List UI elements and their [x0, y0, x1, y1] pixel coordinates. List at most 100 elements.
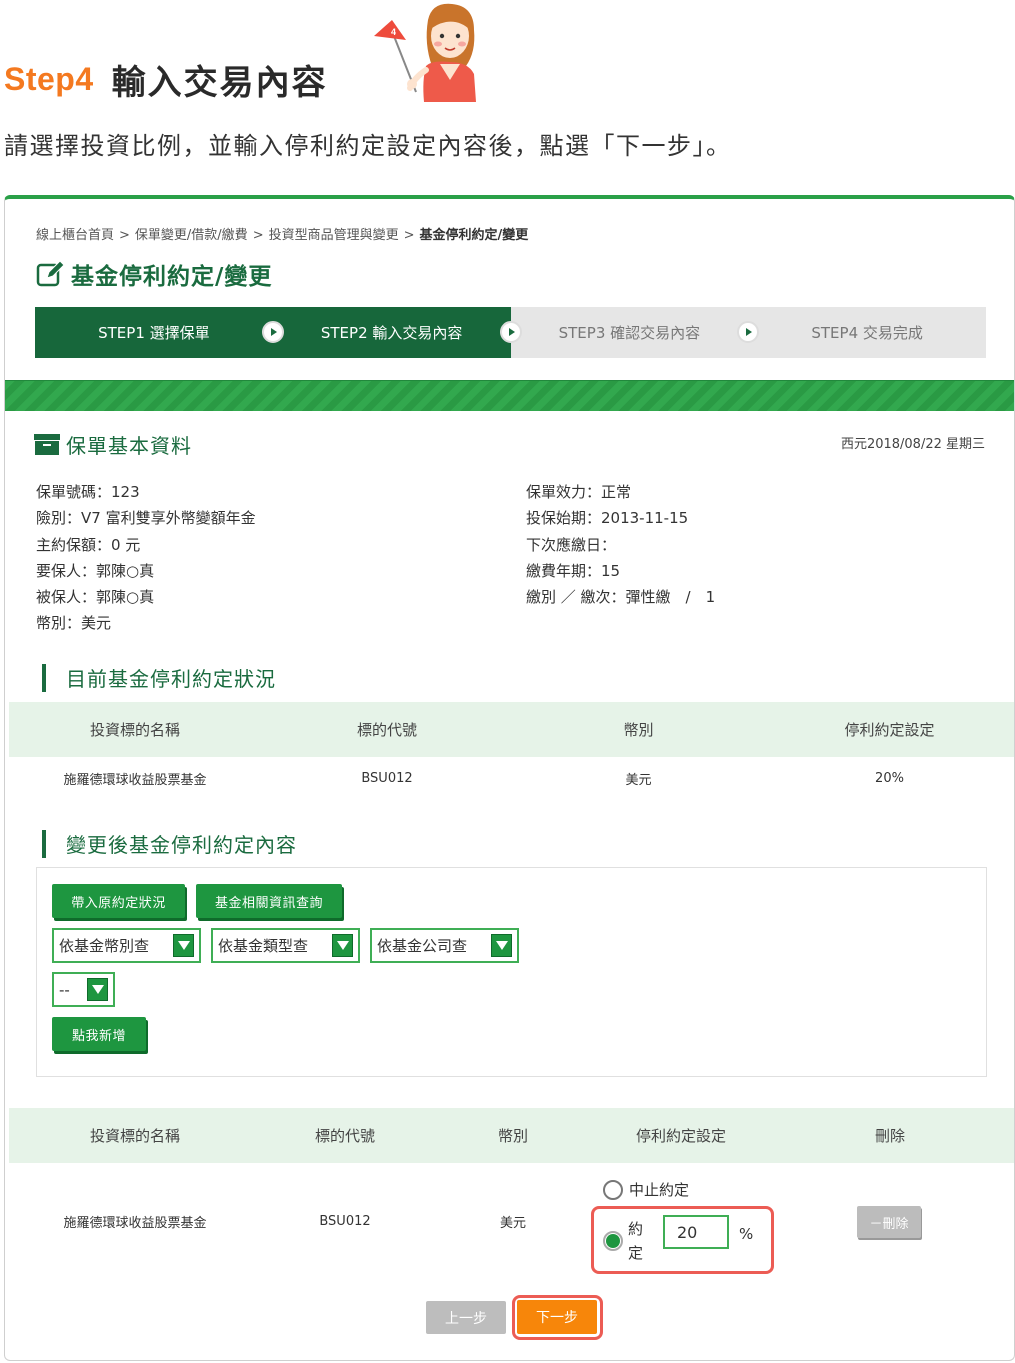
- edit-icon: [36, 260, 65, 287]
- next-step-button[interactable]: 下一步: [517, 1300, 597, 1334]
- step-1: STEP1 選擇保單: [35, 307, 284, 358]
- fund-currency: 美元: [625, 773, 652, 788]
- basic-info-title: 保單基本資料: [66, 434, 192, 458]
- tutorial-description: 請選擇投資比例，並輸入停利約定設定內容後，點選「下一步」。: [4, 132, 732, 160]
- fund-type-select[interactable]: 依基金類型查: [211, 928, 360, 963]
- tutorial-step-label: Step4: [4, 60, 94, 97]
- col-fund-name: 投資標的名稱: [89, 721, 180, 739]
- col-fund-name: 投資標的名稱: [89, 1127, 180, 1145]
- fund-select[interactable]: --: [52, 972, 115, 1007]
- current-status-heading: 目前基金停利約定狀況: [42, 663, 276, 692]
- dropdown-arrow-icon: [491, 934, 512, 957]
- prev-step-button[interactable]: 上一步: [426, 1301, 506, 1334]
- payment-mode: 繳別 ／ 繳次：彈性繳 / 1: [526, 588, 716, 607]
- current-status-table: 投資標的名稱 標的代號 幣別 停利約定設定 施羅德環球收益股票基金 BSU012…: [9, 702, 1014, 800]
- step-2: STEP2 輸入交易內容: [272, 307, 522, 358]
- insurance-type: 險別：V7 富利雙享外幣變額年金: [36, 509, 256, 528]
- currency-select[interactable]: 依基金幣別查: [52, 928, 201, 963]
- currency-select-value: 依基金幣別查: [59, 937, 150, 955]
- dropdown-arrow-icon: [87, 978, 108, 1001]
- change-title: 變更後基金停利約定內容: [66, 833, 297, 857]
- breadcrumb-home[interactable]: 線上櫃台首頁: [36, 228, 114, 243]
- col-fund-code: 標的代號: [314, 1127, 375, 1145]
- agreement-label-line2: 定: [628, 1244, 644, 1262]
- breadcrumb-current: 基金停利約定/變更: [419, 228, 529, 243]
- col-stop-profit: 停利約定設定: [844, 721, 935, 739]
- current-status-title: 目前基金停利約定狀況: [66, 667, 276, 691]
- stop-agreement-label: 中止約定: [629, 1181, 690, 1199]
- policy-number: 保單號碼：123: [36, 483, 140, 501]
- stop-agreement-radio[interactable]: [603, 1179, 623, 1200]
- fund-type-select-value: 依基金類型查: [218, 937, 309, 955]
- flag-number: 4: [391, 27, 396, 37]
- step-3: STEP3 確認交易內容: [510, 307, 760, 358]
- stop-agreement-option[interactable]: 中止約定: [603, 1179, 689, 1200]
- applicant: 要保人：郭陳○真: [36, 561, 155, 580]
- page-title: 基金停利約定/變更: [35, 257, 272, 291]
- col-currency: 幣別: [623, 721, 654, 739]
- add-fund-button[interactable]: 點我新增: [52, 1017, 146, 1051]
- percent-input[interactable]: 20: [663, 1215, 729, 1249]
- basic-info-heading: 保單基本資料: [34, 430, 192, 459]
- fund-company-select-value: 依基金公司查: [377, 937, 468, 955]
- breadcrumb-sep: >: [252, 228, 264, 243]
- play-icon: [499, 321, 522, 343]
- basic-info-left: 保單號碼：123 險別：V7 富利雙享外幣變額年金 主約保額：0 元 要保人：郭…: [36, 479, 256, 637]
- breadcrumb-sep: >: [403, 228, 415, 243]
- col-delete: 刪除: [874, 1127, 905, 1145]
- step-progress: STEP1 選擇保單 STEP2 輸入交易內容 STEP3 確認交易內容 STE…: [35, 307, 986, 358]
- basic-info-right: 保單效力：正常 投保始期：2013-11-15 下次應繳日： 繳費年期：15 繳…: [526, 479, 715, 610]
- breadcrumb: 線上櫃台首頁 > 保單變更/借款/繳費 > 投資型商品管理與變更 > 基金停利約定/變更: [36, 224, 528, 243]
- fund-name: 施羅德環球收益股票基金: [63, 773, 207, 788]
- step-label: STEP1 選擇保單: [98, 324, 210, 342]
- delete-button[interactable]: －刪除: [857, 1206, 921, 1238]
- fund-name: 施羅德環球收益股票基金: [63, 1216, 207, 1231]
- step-label: STEP3 確認交易內容: [558, 324, 701, 342]
- heading-bar: [42, 663, 46, 692]
- main-coverage: 主約保額：0 元: [36, 535, 141, 554]
- agreement-label-line1: 約: [628, 1220, 644, 1238]
- agreement-radio[interactable]: [603, 1231, 623, 1251]
- main-panel: 線上櫃台首頁 > 保單變更/借款/繳費 > 投資型商品管理與變更 > 基金停利約定/變更 基…: [4, 195, 1015, 1361]
- payment-years: 繳費年期：15: [526, 561, 621, 580]
- fund-select-value: --: [59, 980, 70, 999]
- table-header: 投資標的名稱 標的代號 幣別 停利約定設定: [9, 702, 1014, 757]
- col-stop-profit: 停利約定設定: [635, 1127, 726, 1145]
- policy-start-date: 投保始期：2013-11-15: [526, 509, 689, 528]
- fund-stop-profit: 20%: [875, 771, 904, 786]
- currency: 幣別：美元: [36, 614, 112, 633]
- next-due-date: 下次應繳日：: [526, 535, 617, 554]
- step-4: STEP4 交易完成: [748, 307, 986, 358]
- load-original-button[interactable]: 帶入原約定狀況: [52, 884, 185, 918]
- fund-code: BSU012: [319, 1214, 371, 1229]
- insured: 被保人：郭陳○真: [36, 588, 155, 607]
- tutorial-heading: 輸入交易內容: [111, 62, 328, 103]
- policy-status: 保單效力：正常: [526, 483, 632, 501]
- breadcrumb-investment[interactable]: 投資型商品管理與變更: [269, 228, 399, 243]
- new-setting-table: 投資標的名稱 標的代號 幣別 停利約定設定 刪除 施羅德環球收益股票基金 BSU…: [9, 1108, 1014, 1280]
- table-row: 施羅德環球收益股票基金 BSU012 美元 20%: [9, 757, 1014, 800]
- step-label: STEP4 交易完成: [811, 324, 923, 342]
- col-fund-code: 標的代號: [356, 721, 417, 739]
- dropdown-arrow-icon: [332, 934, 353, 957]
- change-heading: 變更後基金停利約定內容: [42, 829, 297, 858]
- step-label: STEP2 輸入交易內容: [320, 324, 463, 342]
- play-icon: [261, 321, 284, 343]
- breadcrumb-policy-change[interactable]: 保單變更/借款/繳費: [135, 228, 248, 243]
- fund-currency: 美元: [499, 1216, 526, 1231]
- dropdown-arrow-icon: [173, 934, 194, 957]
- fund-info-query-button[interactable]: 基金相關資訊查詢: [196, 884, 342, 918]
- mascot-illustration: 4: [374, 3, 476, 102]
- page-title-text: 基金停利約定/變更: [71, 264, 273, 290]
- fund-company-select[interactable]: 依基金公司查: [370, 928, 519, 963]
- archive-box-icon: [34, 433, 60, 455]
- current-date: 西元2018/08/22 星期三: [840, 437, 985, 452]
- breadcrumb-sep: >: [119, 228, 130, 243]
- divider-stripe: [5, 380, 1014, 411]
- heading-bar: [42, 829, 46, 858]
- percent-sign: %: [739, 1225, 754, 1243]
- tutorial-title: Step4 輸入交易內容: [4, 56, 328, 103]
- table-header: 投資標的名稱 標的代號 幣別 停利約定設定 刪除: [9, 1108, 1014, 1163]
- agreement-label: 約 定: [628, 1217, 643, 1265]
- col-currency: 幣別: [497, 1127, 528, 1145]
